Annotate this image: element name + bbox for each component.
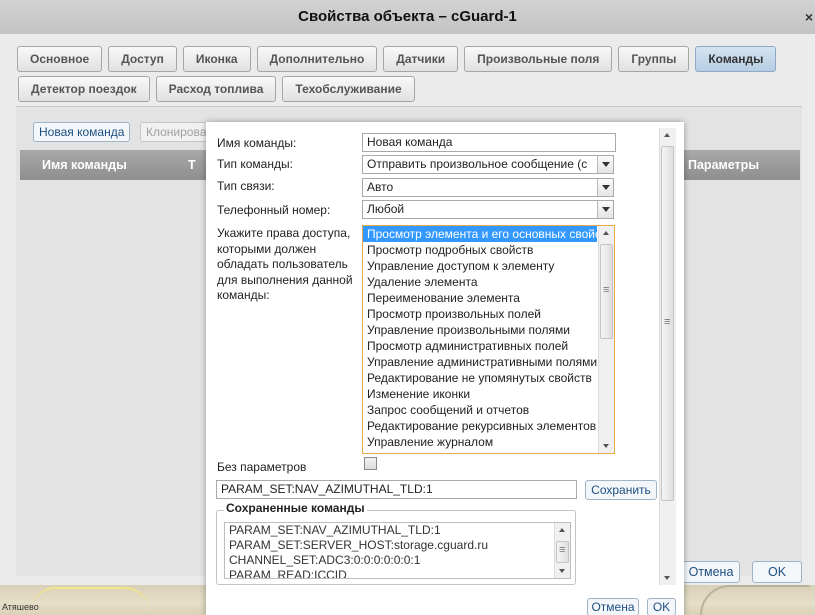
command-name-label: Имя команды:: [217, 136, 297, 150]
no-params-label: Без параметров: [217, 460, 307, 474]
map-road: [700, 585, 810, 615]
access-rights-label-line: обладать пользователь: [217, 257, 348, 271]
access-rights-label-line: команды:: [217, 288, 270, 302]
access-rights-listbox[interactable]: Просмотр элемента и его основных свойств…: [362, 225, 615, 454]
window-ok-button[interactable]: OK: [752, 561, 802, 583]
access-right-option[interactable]: Управление журналом: [363, 434, 597, 450]
tab-3[interactable]: Дополнительно: [256, 46, 378, 72]
link-type-select[interactable]: Авто: [362, 178, 614, 197]
map-road: [30, 587, 150, 613]
access-rights-scrollbar[interactable]: [598, 226, 614, 453]
scroll-thumb[interactable]: [600, 244, 613, 339]
access-right-option[interactable]: Переименование элемента: [363, 290, 597, 306]
scroll-up-icon[interactable]: [660, 128, 675, 143]
saved-commands-scrollbar[interactable]: [554, 523, 570, 578]
command-type-label: Тип команды:: [217, 157, 293, 171]
no-params-checkbox[interactable]: [364, 457, 377, 470]
tab-5[interactable]: Произвольные поля: [464, 46, 613, 72]
tab-6[interactable]: Группы: [618, 46, 690, 72]
dialog-scrollbar[interactable]: [659, 128, 676, 585]
dialog-ok-button[interactable]: OK: [647, 598, 676, 615]
chevron-down-icon[interactable]: [597, 156, 613, 173]
access-rights-label-line: Укажите права доступа,: [217, 226, 351, 240]
param-input[interactable]: PARAM_SET:NAV_AZIMUTHAL_TLD:1: [216, 480, 577, 499]
link-type-label: Тип связи:: [217, 179, 275, 193]
access-right-option[interactable]: Управление административными полями: [363, 354, 597, 370]
save-button[interactable]: Сохранить: [585, 480, 657, 500]
column-header-params[interactable]: Параметры: [688, 158, 759, 172]
access-right-option[interactable]: Редактирование не упомянутых свойств: [363, 370, 597, 386]
access-right-option[interactable]: Просмотр элемента и его основных свойств: [363, 226, 597, 242]
map-place-label: Атяшево: [2, 602, 39, 612]
access-right-option[interactable]: Просмотр произвольных полей: [363, 306, 597, 322]
access-rights-label-line: которыми должен: [217, 241, 317, 256]
command-name-input[interactable]: Новая команда: [362, 133, 616, 152]
scroll-thumb[interactable]: [556, 541, 569, 563]
clone-command-button[interactable]: Клонирова: [140, 122, 206, 142]
saved-commands-listbox[interactable]: PARAM_SET:NAV_AZIMUTHAL_TLD:1 PARAM_SET:S…: [224, 522, 571, 579]
access-right-option[interactable]: Изменение иконки: [363, 386, 597, 402]
tab-secondary-1[interactable]: Расход топлива: [155, 76, 277, 102]
saved-command-item[interactable]: CHANNEL_SET:ADC3:0:0:0:0:0:0:1: [225, 553, 570, 568]
tab-1[interactable]: Доступ: [108, 46, 177, 72]
saved-command-item[interactable]: PARAM_SET:SERVER_HOST:storage.cguard.ru: [225, 538, 570, 553]
saved-command-item[interactable]: PARAM_SET:NAV_AZIMUTHAL_TLD:1: [225, 523, 570, 538]
link-type-value: Авто: [367, 180, 394, 194]
command-type-select[interactable]: Отправить произвольное сообщение (с: [362, 155, 614, 174]
phone-number-select[interactable]: Любой: [362, 200, 614, 219]
window-cancel-button[interactable]: Отмена: [682, 561, 740, 583]
scroll-down-icon[interactable]: [555, 563, 570, 578]
access-right-option[interactable]: Просмотр административных полей: [363, 338, 597, 354]
column-header-type[interactable]: Т: [188, 158, 196, 172]
saved-commands-options: PARAM_SET:NAV_AZIMUTHAL_TLD:1 PARAM_SET:S…: [225, 523, 570, 578]
window-title: Свойства объекта – cGuard-1: [298, 8, 517, 25]
tabs-row-2: Детектор поездок Расход топлива Техобслужи…: [18, 76, 415, 102]
access-right-option[interactable]: Запрос сообщений и отчетов: [363, 402, 597, 418]
access-right-option[interactable]: Управление доступом к элементу: [363, 258, 597, 274]
window-title-bar: Свойства объекта – cGuard-1 ×: [0, 0, 815, 34]
scroll-down-icon[interactable]: [599, 438, 614, 453]
tab-secondary-2[interactable]: Техобслуживание: [282, 76, 415, 102]
scroll-thumb[interactable]: [661, 146, 674, 501]
tab-0[interactable]: Основное: [17, 46, 103, 72]
tabs-row-1: Основное Доступ Иконка Дополнительно Датчики…: [17, 46, 777, 72]
access-rights-options: Просмотр элемента и его основных свойств…: [363, 226, 614, 450]
access-right-option[interactable]: Управление произвольными полями: [363, 322, 597, 338]
access-right-option[interactable]: Редактирование рекурсивных элементов: [363, 418, 597, 434]
scroll-up-icon[interactable]: [555, 523, 570, 538]
access-right-option[interactable]: Просмотр подробных свойств: [363, 242, 597, 258]
phone-number-label: Телефонный номер:: [217, 203, 331, 217]
tab-2[interactable]: Иконка: [182, 46, 251, 72]
new-command-button[interactable]: Новая команда: [33, 122, 131, 142]
saved-commands-legend: Сохраненные команды: [224, 501, 367, 515]
tab-secondary-0[interactable]: Детектор поездок: [18, 76, 150, 102]
saved-command-item[interactable]: PARAM_READ:ICCID: [225, 568, 570, 578]
access-rights-label-line: для выполнения данной: [217, 272, 353, 287]
tab-4[interactable]: Датчики: [383, 46, 459, 72]
dialog-scrollbar-track[interactable]: [659, 128, 676, 585]
phone-number-value: Любой: [367, 202, 405, 216]
tab-7[interactable]: Команды: [695, 46, 777, 72]
scroll-down-icon[interactable]: [660, 570, 675, 585]
chevron-down-icon[interactable]: [597, 179, 613, 196]
column-header-name[interactable]: Имя команды: [42, 158, 127, 172]
dialog-cancel-button[interactable]: Отмена: [587, 598, 639, 615]
chevron-down-icon[interactable]: [597, 201, 613, 218]
scroll-up-icon[interactable]: [599, 226, 614, 241]
command-type-value: Отправить произвольное сообщение (с: [367, 157, 588, 171]
access-rights-label: Укажите права доступа, которыми должен обл…: [217, 226, 353, 304]
close-icon[interactable]: ×: [805, 0, 813, 34]
access-right-option[interactable]: Удаление элемента: [363, 274, 597, 290]
